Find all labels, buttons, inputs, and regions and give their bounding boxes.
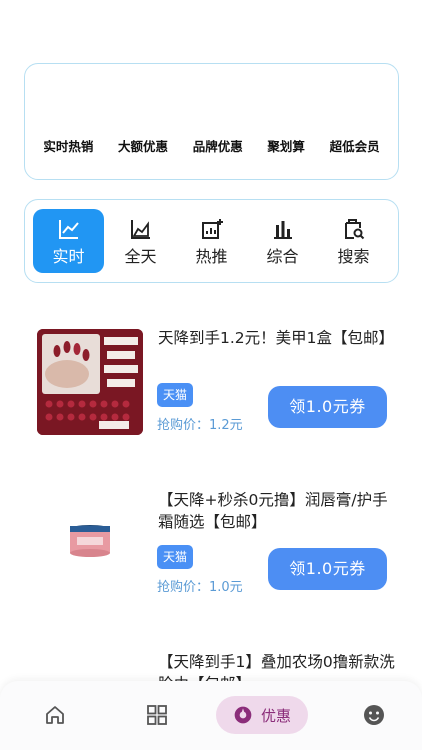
category-big-discount[interactable]: 大额优惠 [118, 136, 168, 155]
bar-chart-icon [273, 221, 292, 239]
tab-hot-recommend[interactable]: 热推 [176, 209, 247, 273]
product-image-lip-balm [37, 489, 143, 595]
tab-label: 实时 [52, 247, 85, 266]
tab-comprehensive[interactable]: 综合 [247, 209, 318, 273]
nav-discount-label: 优惠 [260, 706, 291, 725]
tab-label: 全天 [124, 247, 157, 266]
tab-label: 搜索 [337, 247, 370, 266]
grid-icon[interactable] [145, 703, 169, 727]
home-icon[interactable] [43, 703, 67, 727]
product-price: 抢购价：1.0元 [157, 580, 243, 595]
get-coupon-button[interactable]: 领1.0元券 [268, 386, 387, 428]
tab-allday[interactable]: 全天 [105, 209, 176, 273]
tab-search[interactable]: 搜索 [318, 209, 389, 273]
category-brand-discount[interactable]: 品牌优惠 [193, 136, 243, 155]
category-card: 实时热销 大额优惠 品牌优惠 聚划算 超低会员 [24, 63, 399, 180]
product-price: 抢购价：1.2元 [157, 418, 243, 433]
product-image-nails [37, 329, 143, 435]
category-row: 实时热销 大额优惠 品牌优惠 聚划算 超低会员 [25, 136, 398, 155]
get-coupon-button[interactable]: 领1.0元券 [268, 548, 387, 590]
category-realtime-hot[interactable]: 实时热销 [43, 136, 93, 155]
tab-realtime[interactable]: 实时 [33, 209, 104, 273]
tab-bar: 实时 全天 热推 综合 搜索 [24, 199, 399, 283]
category-juhuasuan[interactable]: 聚划算 [267, 136, 305, 155]
product-title: 天降到手1.2元！美甲1盒【包邮】 [158, 329, 395, 347]
discount-compass-icon [234, 706, 252, 724]
area-chart-icon [130, 220, 150, 239]
search-doc-icon [344, 219, 364, 240]
nav-discount-button[interactable]: 优惠 [216, 696, 308, 734]
smiley-profile-icon[interactable] [362, 703, 386, 727]
platform-badge: 天猫 [157, 545, 194, 569]
category-super-low-member[interactable]: 超低会员 [330, 136, 380, 155]
bottom-navigation: 优惠 [0, 681, 422, 750]
add-chart-icon [201, 219, 223, 239]
tab-label: 热推 [195, 247, 228, 266]
trend-chart-icon [58, 220, 79, 239]
product-title: 【天降+秒杀0元撸】润唇膏/护手霜随选【包邮】 [158, 491, 388, 531]
tab-label: 综合 [266, 247, 299, 266]
platform-badge: 天猫 [157, 383, 194, 407]
